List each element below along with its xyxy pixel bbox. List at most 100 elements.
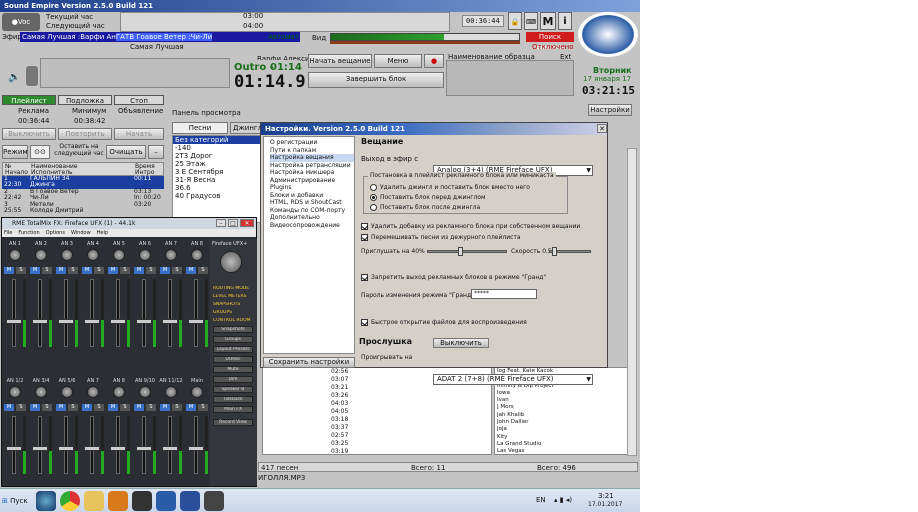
channel-knob[interactable] — [113, 386, 125, 398]
category-item[interactable]: 3 Е Сентября — [173, 168, 263, 176]
category-item[interactable]: -140 — [173, 144, 263, 152]
channel-knob[interactable] — [35, 249, 47, 261]
fader-cap[interactable] — [84, 446, 100, 451]
check-shuffle[interactable]: Перемешивать песни из дежурного плейлист… — [361, 234, 521, 241]
m-icon[interactable]: M — [540, 12, 556, 30]
save-settings-button[interactable]: Сохранить настройки — [263, 357, 355, 368]
check-remove-addon[interactable]: Удалить добавку из рекламного блока при … — [361, 223, 580, 230]
artist-item[interactable]: Las Vegas — [497, 448, 629, 455]
begin-button[interactable]: Начать — [114, 128, 164, 140]
fader-cap[interactable] — [188, 446, 204, 451]
mute-button[interactable]: M — [186, 404, 196, 411]
channel-knob[interactable] — [87, 249, 99, 261]
mute-button[interactable]: M — [4, 404, 14, 411]
fader-cap[interactable] — [6, 446, 22, 451]
mute-button[interactable]: M — [56, 404, 66, 411]
solo-button[interactable]: S — [16, 404, 26, 411]
mixer-side-button[interactable]: DURec — [213, 356, 253, 363]
channel-knob[interactable] — [61, 386, 73, 398]
mute-button[interactable]: M — [82, 267, 92, 274]
channel-knob[interactable] — [35, 386, 47, 398]
mixer-side-button[interactable]: Talkback — [213, 396, 253, 403]
device-knob[interactable] — [220, 251, 242, 273]
artist-item[interactable]: Iowa — [497, 390, 629, 397]
solo-button[interactable]: S — [42, 404, 52, 411]
info-icon[interactable]: i — [558, 12, 572, 30]
fader-cap[interactable] — [136, 446, 152, 451]
app-icon-3[interactable] — [180, 491, 200, 511]
mixer-menu-item[interactable]: Function — [18, 230, 39, 236]
channel-knob[interactable] — [165, 386, 177, 398]
tab-stop[interactable]: Стоп — [114, 95, 164, 105]
mixer-menu-item[interactable]: Help — [97, 230, 108, 236]
fader-cap[interactable] — [84, 319, 100, 324]
start-broadcast-button[interactable]: Начать вещание — [308, 54, 372, 68]
solo-button[interactable]: S — [68, 267, 78, 274]
settings-nav-item[interactable]: Настройка ретрансляции — [270, 162, 354, 170]
settings-nav-item[interactable]: HTML, RDS и ShoutCast — [270, 199, 354, 207]
fader-cap[interactable] — [188, 319, 204, 324]
fade-slider-thumb[interactable] — [458, 247, 463, 256]
channel-knob[interactable] — [139, 249, 151, 261]
channel-fader[interactable] — [38, 279, 42, 347]
channel-knob[interactable] — [191, 249, 203, 261]
channel-fader[interactable] — [116, 416, 120, 474]
category-item[interactable]: 25 Этаж — [173, 160, 263, 168]
chrome-icon[interactable] — [60, 491, 80, 511]
channel-fader[interactable] — [194, 416, 198, 474]
solo-button[interactable]: S — [146, 267, 156, 274]
solo-button[interactable]: S — [172, 267, 182, 274]
channel-fader[interactable] — [90, 416, 94, 474]
channel-fader[interactable] — [168, 416, 172, 474]
mute-button[interactable]: M — [82, 404, 92, 411]
fader-cap[interactable] — [58, 446, 74, 451]
solo-button[interactable]: S — [94, 267, 104, 274]
artist-item[interactable]: J Mors — [497, 404, 629, 411]
channel-knob[interactable] — [9, 249, 21, 261]
solo-button[interactable]: S — [120, 267, 130, 274]
mixer-side-button[interactable]: Layout Presets — [213, 346, 253, 353]
channel-fader[interactable] — [168, 279, 172, 347]
app-icon-4[interactable] — [204, 491, 224, 511]
app-icon-1[interactable] — [132, 491, 152, 511]
search-button[interactable]: Поиск вылета — [526, 32, 574, 51]
channel-fader[interactable] — [194, 279, 198, 347]
mixer-side-button[interactable]: Speaker B — [213, 386, 253, 393]
artist-item[interactable]: John Dallier — [497, 419, 629, 426]
channel-knob[interactable] — [113, 249, 125, 261]
language-indicator[interactable]: EN — [536, 496, 546, 504]
fader-cap[interactable] — [6, 319, 22, 324]
playlist-row[interactable]: 3 25:55 Метели Колоде Дмитрий 03:20 — [2, 202, 164, 215]
solo-button[interactable]: S — [94, 404, 104, 411]
artist-item[interactable]: Joja — [497, 426, 629, 433]
channel-fader[interactable] — [64, 279, 68, 347]
mixer-side-button[interactable]: Mute — [213, 366, 253, 373]
speed-slider[interactable] — [549, 247, 591, 256]
radio-replace[interactable]: Удалить джингл и поставить блок вместо н… — [370, 184, 530, 191]
radio-after[interactable]: Поставить блок после джингла — [370, 204, 480, 211]
record-button[interactable]: ● — [424, 54, 444, 68]
settings-nav-item[interactable]: Настройка вещания — [270, 154, 354, 162]
fade-slider[interactable] — [427, 247, 507, 256]
mixer-side-button[interactable]: Groups — [213, 336, 253, 343]
solo-button[interactable]: S — [172, 404, 182, 411]
settings-nav-item[interactable]: Пути к папкам — [270, 147, 354, 155]
category-item[interactable]: 40 Градусов — [173, 192, 263, 200]
mute-button[interactable]: M — [134, 267, 144, 274]
ie-icon[interactable] — [36, 491, 56, 511]
minus-button[interactable]: – — [148, 145, 164, 159]
fader-cap[interactable] — [162, 446, 178, 451]
settings-nav-item[interactable]: Видеосопровождение — [270, 222, 354, 230]
clear-button[interactable]: Очищать — [106, 145, 146, 159]
channel-fader[interactable] — [90, 279, 94, 347]
mute-button[interactable]: M — [134, 404, 144, 411]
totalmix-close-icon[interactable]: ✕ — [240, 219, 254, 227]
solo-button[interactable]: S — [68, 404, 78, 411]
mixer-side-button[interactable]: Snapshots — [213, 326, 253, 333]
app-icon-2[interactable] — [156, 491, 176, 511]
start-button[interactable]: ⊞ Пуск — [2, 493, 32, 509]
solo-button[interactable]: S — [120, 404, 130, 411]
settings-nav-item[interactable]: Дополнительно — [270, 214, 354, 222]
settings-close-icon[interactable]: ✕ — [597, 124, 607, 133]
center-scrollbar[interactable] — [627, 148, 637, 456]
